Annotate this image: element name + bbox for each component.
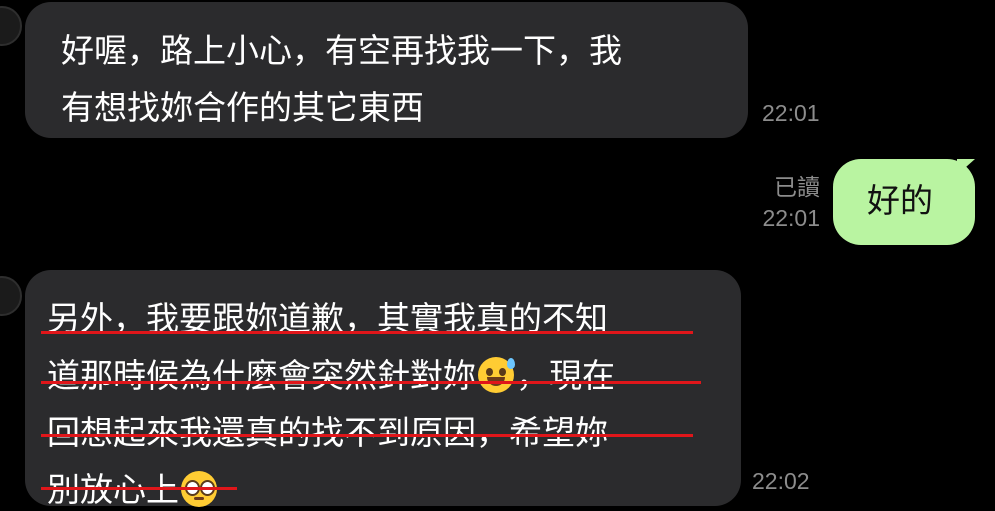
incoming-message-bubble[interactable]: 另外，我要跟妳道歉，其實我真的不知 道那時候為什麼會突然針對妳 ，現在 回想起來我… — [25, 270, 741, 509]
outgoing-message-bubble[interactable]: 好的 — [833, 159, 975, 245]
message-text-line: 另外，我要跟妳道歉，其實我真的不知 — [47, 299, 608, 338]
read-receipt: 已讀 — [774, 174, 820, 200]
annotation-underline — [41, 331, 693, 334]
annotation-underline — [41, 487, 237, 490]
sender-avatar[interactable] — [0, 6, 22, 46]
message-text-line: 道那時候為什麼會突然針對妳 ，現在 — [47, 347, 741, 404]
message-timestamp: 22:02 — [752, 468, 810, 494]
message-timestamp: 22:01 — [762, 100, 820, 126]
message-text-line: 有想找妳合作的其它東西 — [61, 88, 424, 127]
incoming-message-bubble[interactable]: 好喔，路上小心，有空再找我一下，我 有想找妳合作的其它東西 — [25, 2, 748, 138]
sender-avatar[interactable] — [0, 276, 22, 316]
chat-view: 好喔，路上小心，有空再找我一下，我 有想找妳合作的其它東西 22:01 好的 已… — [0, 0, 995, 511]
message-text-line: 好喔，路上小心，有空再找我一下，我 — [61, 31, 622, 70]
message-timestamp: 22:01 — [762, 205, 820, 231]
message-text-line: 回想起來我還真的找不到原因，希望妳 — [47, 413, 608, 452]
message-text: 好的 — [867, 181, 933, 220]
grinning-face-with-sweat-icon — [478, 357, 515, 393]
bubble-tail — [957, 159, 975, 175]
message-text-line: 別放心上 — [47, 461, 741, 511]
annotation-underline — [41, 381, 701, 384]
message-text-segment: 道那時候為什麼會突然針對妳 — [47, 356, 476, 395]
annotation-underline — [41, 434, 693, 437]
message-text-segment: ，現在 — [516, 356, 615, 395]
